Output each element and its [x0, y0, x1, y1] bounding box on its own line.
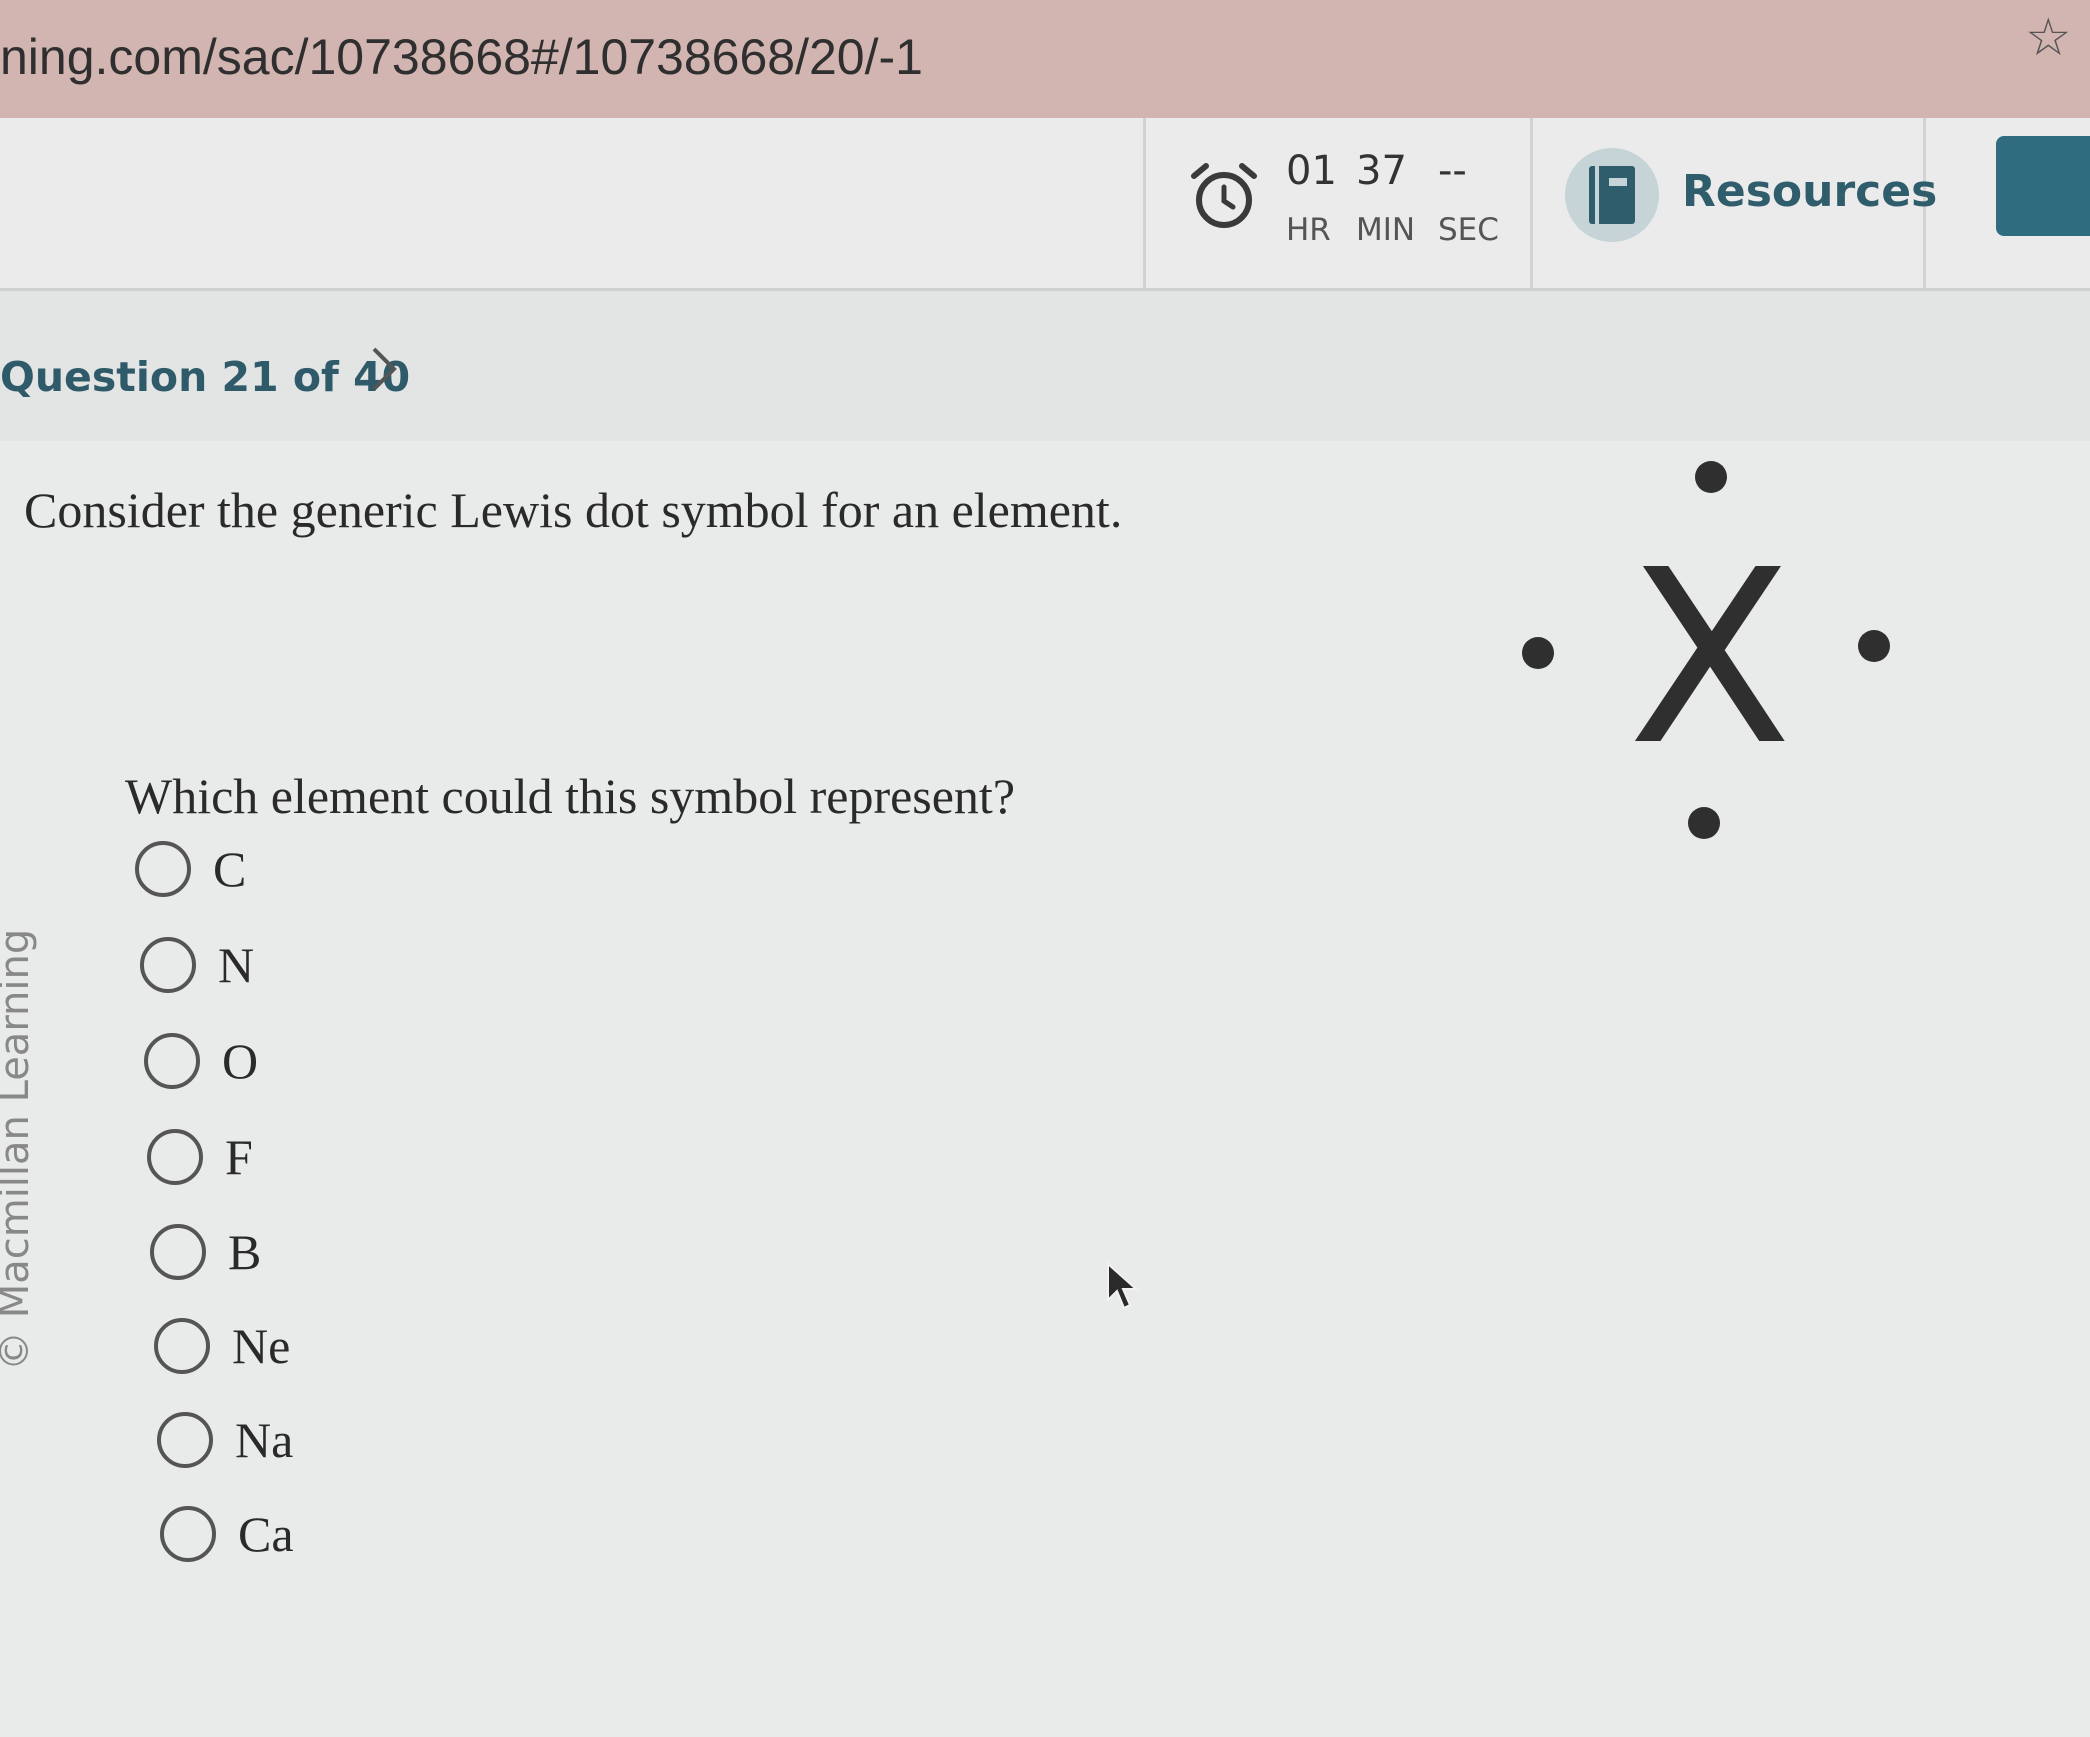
alarm-clock-icon [1191, 163, 1257, 228]
url-text[interactable]: ning.com/sac/10738668#/10738668/20/-1 [0, 28, 923, 86]
resources-button[interactable]: Resources [1527, 118, 1937, 288]
book-icon [1565, 148, 1659, 242]
question-text: Which element could this symbol represen… [125, 768, 1016, 824]
radio-button[interactable] [150, 1224, 206, 1280]
top-toolbar: 01 37 -- HR MIN SEC Resources [0, 118, 2090, 291]
star-icon[interactable]: ☆ [2025, 8, 2072, 68]
option-label: N [218, 937, 255, 993]
electron-dot-bottom [1688, 807, 1720, 839]
lewis-dot-symbol: X [1522, 461, 1890, 839]
timer-seconds-label: SEC [1438, 212, 1499, 248]
timer-hours: 01 [1286, 148, 1337, 194]
option-label: C [213, 841, 247, 897]
option-label: B [228, 1224, 262, 1280]
radio-button[interactable] [140, 937, 196, 993]
timer-values: 01 37 -- [1286, 148, 1508, 194]
question-counter: Question 21 of 40 [0, 353, 411, 401]
question-content: © Macmillan Learning Consider the generi… [0, 441, 2090, 1737]
electron-dot-left [1522, 637, 1554, 669]
chevron-right-icon[interactable] [370, 345, 398, 393]
copyright-watermark: © Macmillan Learning [0, 928, 38, 1371]
option-label: Ca [238, 1506, 294, 1562]
timer-hours-label: HR [1286, 212, 1331, 248]
question-navigation: Question 21 of 40 [0, 291, 2090, 441]
option-label: Na [235, 1412, 294, 1468]
mouse-cursor-icon [1107, 1262, 1139, 1310]
radio-button[interactable] [147, 1129, 203, 1185]
next-button[interactable] [1996, 136, 2090, 236]
timer-labels: HR MIN SEC [1286, 212, 1508, 248]
question-prompt: Consider the generic Lewis dot symbol fo… [24, 482, 1123, 538]
resources-label: Resources [1682, 166, 1938, 217]
option-label: O [222, 1033, 259, 1089]
electron-dot-top [1695, 461, 1727, 493]
timer-minutes-label: MIN [1356, 212, 1416, 248]
electron-dot-right [1858, 630, 1890, 662]
timer-minutes: 37 [1356, 148, 1407, 194]
radio-button[interactable] [135, 841, 191, 897]
browser-url-bar[interactable]: ning.com/sac/10738668#/10738668/20/-1 ☆ [0, 0, 2090, 118]
option-label: Ne [232, 1318, 291, 1374]
radio-button[interactable] [160, 1506, 216, 1562]
option-label: F [225, 1129, 253, 1185]
radio-button[interactable] [157, 1412, 213, 1468]
radio-button[interactable] [154, 1318, 210, 1374]
countdown-timer: 01 37 -- HR MIN SEC [1143, 118, 1533, 288]
radio-button[interactable] [144, 1033, 200, 1089]
element-symbol: X [1628, 518, 1792, 798]
timer-seconds: -- [1438, 148, 1467, 194]
